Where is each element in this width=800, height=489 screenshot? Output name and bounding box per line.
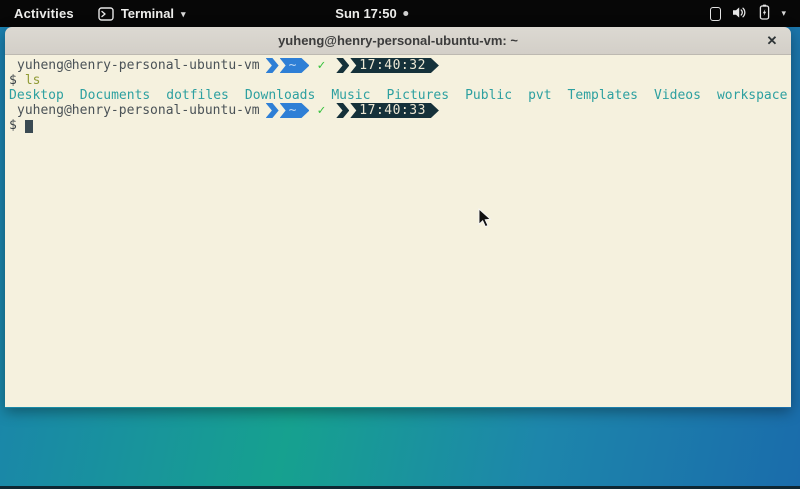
activities-button[interactable]: Activities bbox=[0, 0, 88, 27]
ls-entry: pvt bbox=[528, 88, 551, 103]
powerline-chevron-icon bbox=[266, 58, 279, 73]
current-prompt-line: $ bbox=[9, 118, 791, 133]
top-bar: Activities Terminal ▾ Sun 17:50 bbox=[0, 0, 800, 27]
ls-entry: workspace bbox=[717, 88, 787, 103]
ls-entry: Videos bbox=[654, 88, 701, 103]
terminal-content[interactable]: yuheng@henry-personal-ubuntu-vm ~ ✓ 17:4… bbox=[5, 55, 791, 407]
activities-label: Activities bbox=[14, 6, 74, 21]
prompt-path-segment: ~ bbox=[280, 58, 310, 73]
typed-command: ls bbox=[25, 73, 41, 88]
prompt-symbol: $ bbox=[9, 73, 17, 88]
terminal-icon bbox=[98, 7, 114, 21]
app-menu-terminal[interactable]: Terminal ▾ bbox=[88, 0, 196, 27]
window-title: yuheng@henry-personal-ubuntu-vm: ~ bbox=[278, 33, 518, 48]
powerline-chevron-icon bbox=[336, 103, 349, 118]
powerline-chevron-icon bbox=[266, 103, 279, 118]
close-button[interactable]: ✕ bbox=[761, 30, 783, 52]
prompt-username: yuheng@henry-personal-ubuntu-vm bbox=[17, 58, 260, 73]
check-icon: ✓ bbox=[317, 58, 325, 73]
chevron-down-icon: ▾ bbox=[781, 8, 786, 19]
mouse-cursor bbox=[478, 208, 493, 234]
battery-charging-icon bbox=[759, 4, 770, 23]
ls-entry: Music bbox=[331, 88, 370, 103]
ls-entry: Downloads bbox=[245, 88, 315, 103]
window-titlebar[interactable]: yuheng@henry-personal-ubuntu-vm: ~ ✕ bbox=[5, 27, 791, 55]
prompt-line-1: yuheng@henry-personal-ubuntu-vm ~ ✓ 17:4… bbox=[9, 58, 791, 73]
ls-entry: Templates bbox=[568, 88, 638, 103]
ls-entry: dotfiles bbox=[166, 88, 229, 103]
prompt-time-segment: 17:40:33 bbox=[350, 103, 439, 118]
terminal-cursor bbox=[25, 120, 33, 133]
system-tray-menu[interactable]: ▾ bbox=[704, 0, 792, 27]
ls-entry: Documents bbox=[80, 88, 150, 103]
prompt-path-segment: ~ bbox=[280, 103, 310, 118]
notification-dot-icon bbox=[404, 11, 409, 16]
clock-label: Sun 17:50 bbox=[335, 6, 396, 21]
app-menu-label: Terminal bbox=[121, 6, 174, 21]
prompt-symbol: $ bbox=[9, 118, 17, 133]
prompt-time-segment: 17:40:32 bbox=[350, 58, 439, 73]
command-line: $ ls bbox=[9, 73, 791, 88]
display-icon bbox=[710, 7, 721, 21]
clock-button[interactable]: Sun 17:50 bbox=[335, 6, 408, 21]
ls-entry: Desktop bbox=[9, 88, 64, 103]
terminal-window: yuheng@henry-personal-ubuntu-vm: ~ ✕ yuh… bbox=[5, 27, 791, 408]
prompt-line-2: yuheng@henry-personal-ubuntu-vm ~ ✓ 17:4… bbox=[9, 103, 791, 118]
powerline-chevron-icon bbox=[336, 58, 349, 73]
volume-icon bbox=[732, 6, 748, 22]
prompt-username: yuheng@henry-personal-ubuntu-vm bbox=[17, 103, 260, 118]
ls-entry: Pictures bbox=[386, 88, 449, 103]
check-icon: ✓ bbox=[317, 103, 325, 118]
ls-entry: Public bbox=[465, 88, 512, 103]
chevron-down-icon: ▾ bbox=[181, 9, 186, 20]
ls-output-line: Desktop Documents dotfiles Downloads Music Pi… bbox=[9, 88, 791, 103]
